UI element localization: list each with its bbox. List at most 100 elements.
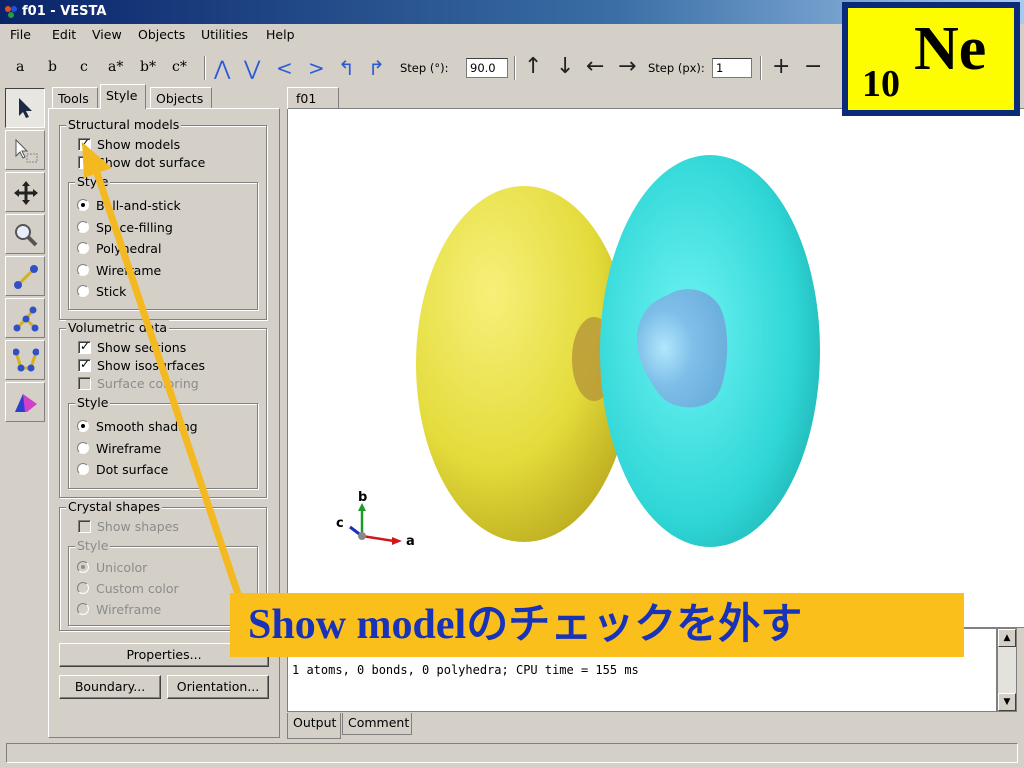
structural-models-title: Structural models: [66, 117, 182, 132]
move-down-icon[interactable]: ↓: [556, 54, 574, 79]
surface-coloring-label: Surface coloring: [97, 376, 199, 391]
tab-tools[interactable]: Tools: [52, 87, 98, 109]
tab-comment[interactable]: Comment: [342, 713, 412, 735]
axis-label-a: a: [406, 534, 415, 549]
radio-circle: [77, 561, 89, 573]
dihedral-angle-icon: [13, 348, 39, 372]
stick-label: Stick: [96, 284, 127, 299]
step-px-label: Step (px):: [648, 61, 705, 75]
distance-tool-button[interactable]: [5, 256, 45, 296]
lattice-plane-icon: [15, 394, 37, 412]
radio-circle[interactable]: [77, 199, 89, 211]
magnifier-icon: [15, 224, 38, 247]
rotate-up-icon[interactable]: ⋀: [214, 56, 230, 80]
magnify-tool-button[interactable]: [5, 214, 45, 254]
show-dot-surface-label: Show dot surface: [97, 155, 206, 170]
menu-help[interactable]: Help: [266, 27, 295, 42]
volumetric-data-group: Volumetric data ✓ Show sections ✓ Show i…: [59, 320, 267, 498]
check-icon: ✓: [80, 136, 91, 150]
element-symbol: Ne: [914, 15, 987, 83]
crystal-style-title: Style: [75, 538, 111, 553]
radio-circle[interactable]: [77, 264, 89, 276]
radio-circle[interactable]: [77, 221, 89, 233]
structural-style-group: Style Ball-and-stick Space-filling Polyh…: [68, 174, 258, 310]
cursor-select-icon: [15, 138, 38, 163]
rotate-down-icon[interactable]: ⋁: [244, 56, 260, 80]
view-c-button[interactable]: c: [80, 59, 88, 75]
orientation-button[interactable]: Orientation...: [167, 675, 269, 699]
checkbox-box[interactable]: ✓: [78, 357, 91, 372]
step-deg-input[interactable]: 90.0: [466, 58, 508, 78]
output-scrollbar[interactable]: ▲ ▼: [997, 628, 1017, 712]
unicolor-label: Unicolor: [96, 560, 148, 575]
radio-circle[interactable]: [77, 442, 89, 454]
structure-viewer[interactable]: a b c: [287, 108, 1024, 628]
checkbox-box[interactable]: [78, 156, 91, 169]
rotate-right-icon[interactable]: >: [308, 56, 325, 80]
output-text: 1 atoms, 0 bonds, 0 polyhedra; CPU time …: [292, 663, 639, 677]
show-isosurfaces-label: Show isosurfaces: [97, 358, 206, 373]
axis-label-c: c: [336, 516, 344, 531]
view-a-star-button[interactable]: a*: [108, 59, 123, 75]
status-bar: [6, 743, 1018, 763]
dihedral-tool-button[interactable]: [5, 340, 45, 380]
step-px-input[interactable]: 1: [712, 58, 752, 78]
move-left-icon[interactable]: ←: [586, 54, 604, 79]
show-shapes-label: Show shapes: [97, 519, 179, 534]
menu-objects[interactable]: Objects: [138, 27, 185, 42]
move-up-icon[interactable]: ↑: [524, 54, 542, 79]
space-filling-label: Space-filling: [96, 220, 173, 235]
menu-utilities[interactable]: Utilities: [201, 27, 248, 42]
lattice-plane-tool-button[interactable]: [5, 382, 45, 422]
menu-edit[interactable]: Edit: [52, 27, 76, 42]
checkbox-box[interactable]: ✓: [78, 339, 91, 354]
polyhedral-label: Polyhedral: [96, 241, 162, 256]
radio-circle[interactable]: [77, 242, 89, 254]
view-a-button[interactable]: a: [16, 59, 24, 75]
dot-surface-label: Dot surface: [96, 462, 169, 477]
crystal-shapes-title: Crystal shapes: [66, 499, 163, 514]
boundary-button[interactable]: Boundary...: [59, 675, 161, 699]
rotate-left-icon[interactable]: <: [276, 56, 293, 80]
ball-and-stick-label: Ball-and-stick: [96, 198, 181, 213]
view-b-star-button[interactable]: b*: [140, 59, 156, 75]
view-c-star-button[interactable]: c*: [172, 59, 187, 75]
tool-palette: [5, 88, 45, 738]
menu-view[interactable]: View: [92, 27, 122, 42]
toolbar-separator: [514, 56, 516, 80]
bond-angle-icon: [13, 306, 39, 332]
zoom-in-button[interactable]: +: [772, 54, 790, 79]
radio-circle: [77, 603, 89, 615]
toolbar-separator: [204, 56, 206, 80]
scroll-down-icon[interactable]: ▼: [998, 693, 1016, 711]
smooth-shading-label: Smooth shading: [96, 419, 198, 434]
angle-tool-button[interactable]: [5, 298, 45, 338]
zoom-out-button[interactable]: −: [804, 54, 822, 79]
instruction-callout: Show modelのチェックを外す: [230, 593, 964, 657]
move-cross-icon: [14, 181, 38, 205]
tab-style[interactable]: Style: [100, 84, 146, 109]
volumetric-style-group: Style Smooth shading Wireframe Dot surfa…: [68, 395, 258, 489]
view-b-button[interactable]: b: [48, 59, 57, 75]
tab-objects[interactable]: Objects: [150, 87, 212, 109]
select-region-tool-button[interactable]: [5, 130, 45, 170]
structural-models-group: Structural models ✓ Show models Show dot…: [59, 117, 267, 320]
radio-circle[interactable]: [77, 420, 89, 432]
scroll-up-icon[interactable]: ▲: [998, 629, 1016, 647]
check-icon: ✓: [80, 357, 91, 371]
rotate-cw-icon[interactable]: ↱: [368, 56, 385, 80]
menu-file[interactable]: File: [10, 27, 31, 42]
select-tool-button[interactable]: [5, 88, 45, 128]
checkbox-box[interactable]: ✓: [78, 136, 91, 151]
element-badge: 10 Ne: [842, 2, 1020, 116]
show-models-label: Show models: [97, 137, 181, 152]
rotate-ccw-icon[interactable]: ↰: [338, 56, 355, 80]
move-right-icon[interactable]: →: [618, 54, 636, 79]
translate-tool-button[interactable]: [5, 172, 45, 212]
tab-output[interactable]: Output: [287, 713, 341, 739]
axis-indicator: a b c: [336, 490, 415, 549]
radio-circle[interactable]: [77, 285, 89, 297]
radio-circle[interactable]: [77, 463, 89, 475]
tab-f01[interactable]: f01: [287, 87, 339, 109]
radio-circle: [77, 582, 89, 594]
